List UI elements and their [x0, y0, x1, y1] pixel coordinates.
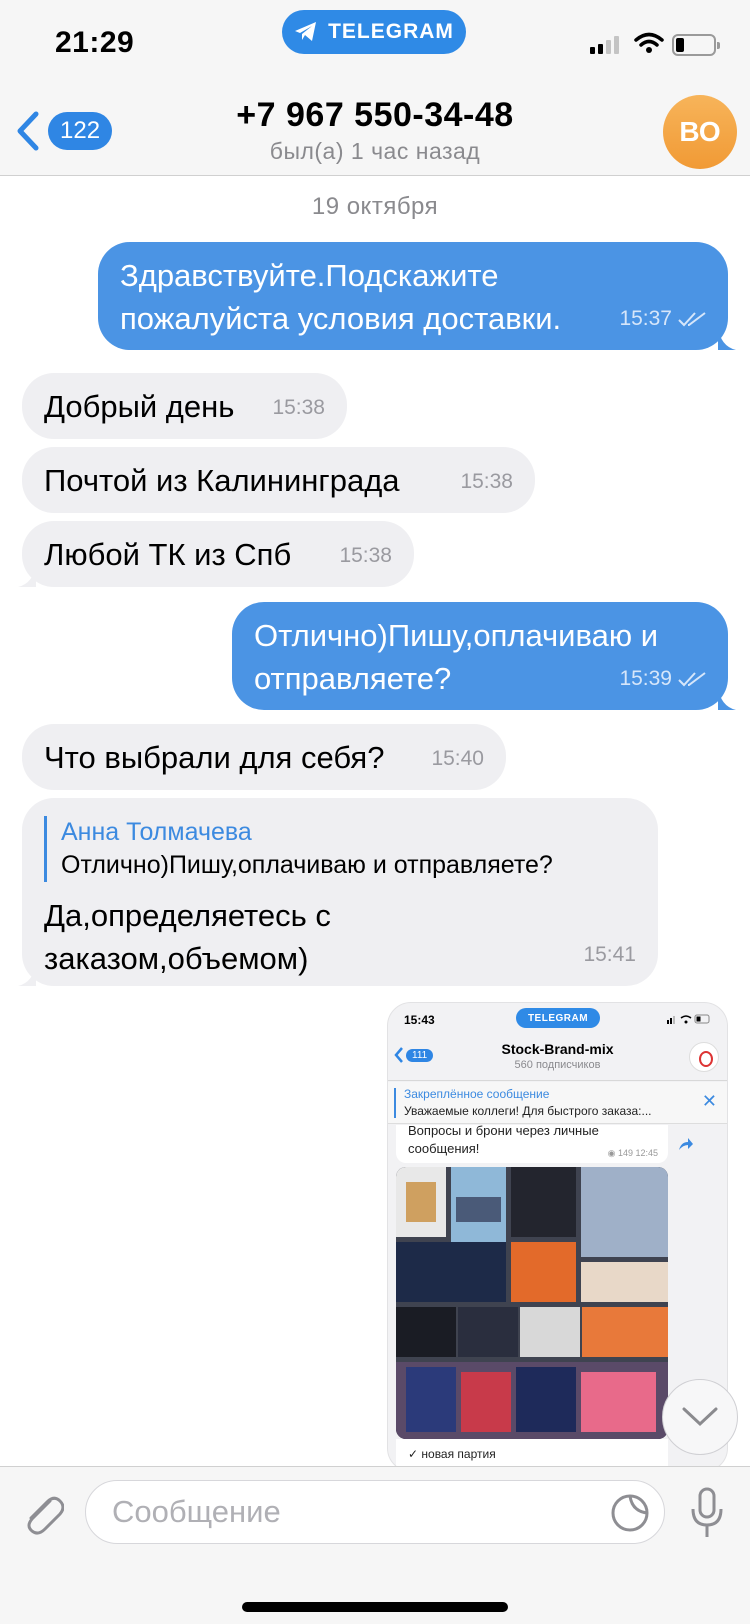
reply-quote[interactable]: Анна Толмачева Отлично)Пишу,оплачиваю и …	[44, 816, 636, 882]
message-meta: 15:41	[583, 933, 636, 976]
message-time: 15:37	[619, 307, 672, 330]
message-text: Добрый день	[44, 389, 235, 424]
screenshot-status-bar: 15:43 TELEGRAM	[388, 1003, 727, 1033]
message-meta: 15:38	[460, 460, 513, 503]
outgoing-message[interactable]: Здравствуйте.Подскажите пожалуйста услов…	[98, 242, 728, 350]
microphone-icon[interactable]	[690, 1487, 724, 1539]
last-seen-status: был(а) 1 час назад	[269, 138, 481, 164]
message-time: 15:40	[431, 747, 484, 770]
message-text: Здравствуйте.Подскажите пожалуйста услов…	[120, 258, 562, 336]
screenshot-channel-sub: 560 подписчиков	[514, 1059, 601, 1071]
chat-title[interactable]: +7 967 550-34-48	[0, 96, 750, 135]
status-bar: 21:29 TELEGRAM	[0, 0, 750, 88]
reply-text: Отлично)Пишу,оплачиваю и отправляете?	[61, 851, 553, 879]
bubble-tail	[18, 563, 36, 587]
screenshot-telegram-pill: TELEGRAM	[516, 1008, 600, 1028]
paperclip-icon[interactable]	[20, 1489, 64, 1537]
screenshot-message-text: Вопросы и брони через личные сообщения!	[408, 1123, 599, 1156]
signal-icon	[590, 34, 619, 54]
status-time: 21:29	[55, 26, 135, 59]
message-list[interactable]: 19 октября Здравствуйте.Подскажите пожал…	[0, 177, 750, 1466]
share-icon	[679, 1138, 693, 1150]
message-time: 15:41	[583, 943, 636, 966]
message-text: Почтой из Калининграда	[44, 463, 400, 498]
screenshot-channel-title: Stock-Brand-mix	[501, 1041, 614, 1057]
screenshot-status-icons	[667, 1014, 710, 1024]
screenshot-message: Вопросы и брони через личные сообщения! …	[396, 1123, 668, 1163]
message-meta: 15:40	[431, 737, 484, 780]
message-time: 15:38	[272, 396, 325, 419]
channel-logo	[689, 1042, 719, 1072]
message-text: Любой ТК из Спб	[44, 537, 292, 572]
double-check-icon	[678, 311, 706, 326]
scroll-down-button[interactable]	[662, 1379, 738, 1455]
sticker-icon[interactable]	[610, 1493, 650, 1533]
message-text: Да,определяетесь с заказом,объемом)	[44, 898, 331, 976]
message-input-placeholder: Сообщение	[112, 1494, 281, 1529]
message-meta: 15:38	[272, 386, 325, 429]
message-time: 15:39	[619, 667, 672, 690]
screenshot-time: 15:43	[404, 1013, 435, 1027]
double-check-icon	[678, 671, 706, 686]
date-separator: 19 октября	[311, 193, 439, 220]
telegram-icon	[295, 22, 317, 41]
close-icon: ✕	[701, 1091, 717, 1111]
battery-icon	[672, 34, 720, 56]
screenshot-pinned-message: Закреплённое сообщение Уважаемые коллеги…	[388, 1082, 727, 1124]
pinned-text: Уважаемые коллеги! Для быстрого заказа:.…	[404, 1104, 652, 1118]
avatar[interactable]: ВО	[663, 95, 737, 169]
product-photo	[396, 1167, 668, 1439]
message-meta: 15:38	[339, 534, 392, 577]
pinned-title: Закреплённое сообщение	[404, 1087, 550, 1101]
incoming-message[interactable]: Почтой из Калининграда 15:38	[22, 447, 535, 513]
incoming-message[interactable]: Что выбрали для себя? 15:40	[22, 724, 506, 790]
message-text: Что выбрали для себя?	[44, 740, 385, 775]
message-time: 15:38	[339, 544, 392, 567]
telegram-pill[interactable]: TELEGRAM	[282, 10, 466, 54]
reply-author: Анна Толмачева	[61, 818, 252, 846]
telegram-pill-label: TELEGRAM	[328, 20, 454, 43]
screenshot-header: 111 Stock-Brand-mix 560 подписчиков	[388, 1035, 727, 1081]
message-composer: Сообщение	[0, 1466, 750, 1624]
outgoing-message[interactable]: Отлично)Пишу,оплачиваю и отправляете? 15…	[232, 602, 728, 710]
chevron-down-icon	[682, 1407, 718, 1427]
incoming-message[interactable]: Анна Толмачева Отлично)Пишу,оплачиваю и …	[22, 798, 658, 986]
wifi-icon	[634, 32, 664, 53]
message-input[interactable]: Сообщение	[85, 1480, 665, 1544]
bubble-tail	[718, 326, 736, 350]
chat-header: 122 +7 967 550-34-48 был(а) 1 час назад …	[0, 88, 750, 176]
screenshot-caption: ✓ новая партия	[396, 1439, 668, 1466]
message-time: 15:38	[460, 470, 513, 493]
bubble-tail	[718, 686, 736, 710]
message-meta: 15:37	[619, 297, 706, 340]
screenshot-message-meta: ◉ 149 12:45	[607, 1148, 658, 1158]
bubble-tail	[18, 962, 36, 986]
incoming-message[interactable]: Любой ТК из Спб 15:38	[22, 521, 414, 587]
incoming-message[interactable]: Добрый день 15:38	[22, 373, 347, 439]
message-meta: 15:39	[619, 657, 706, 700]
home-indicator	[242, 1602, 508, 1612]
